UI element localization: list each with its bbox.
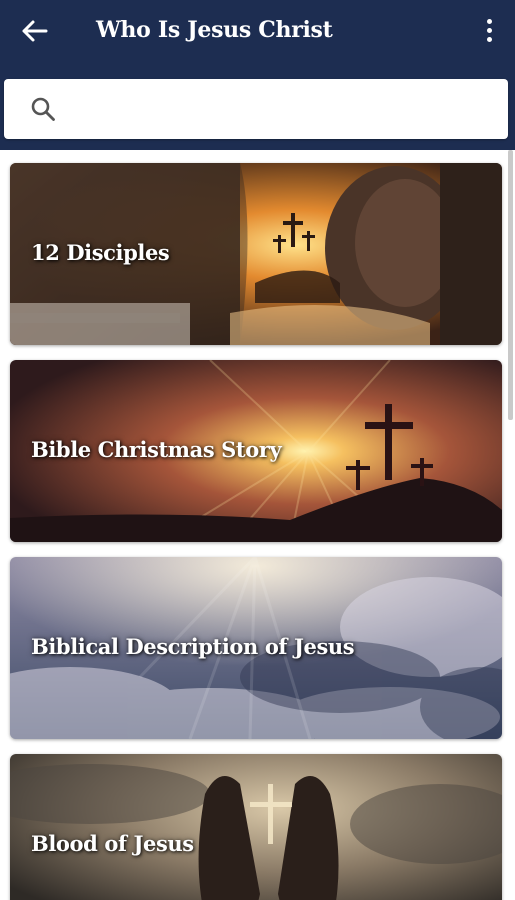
back-button[interactable]	[14, 14, 54, 48]
search-icon	[31, 97, 55, 121]
page-title: Who Is Jesus Christ	[96, 17, 333, 43]
more-vertical-icon	[486, 18, 492, 24]
list-item-biblical-description-of-jesus[interactable]: Biblical Description of Jesus	[10, 557, 502, 739]
overflow-menu-button[interactable]	[477, 12, 501, 48]
card-title: Bible Christmas Story	[31, 437, 282, 462]
list-item-bible-christmas-story[interactable]: Bible Christmas Story	[10, 360, 502, 542]
scrollbar[interactable]	[508, 150, 513, 420]
card-title: Biblical Description of Jesus	[31, 634, 355, 659]
search-input[interactable]	[70, 89, 494, 131]
card-title: Blood of Jesus	[31, 831, 194, 856]
arrow-left-icon	[22, 20, 48, 42]
list-item-12-disciples[interactable]: 12 Disciples	[10, 163, 502, 345]
app-bar: Who Is Jesus Christ	[0, 0, 515, 150]
list-item-blood-of-jesus[interactable]: Blood of Jesus	[10, 754, 502, 900]
topic-list: 12 Disciples Bible Christmas Story Bibli…	[0, 150, 515, 900]
search-bar	[4, 79, 508, 139]
card-title: 12 Disciples	[31, 240, 170, 265]
